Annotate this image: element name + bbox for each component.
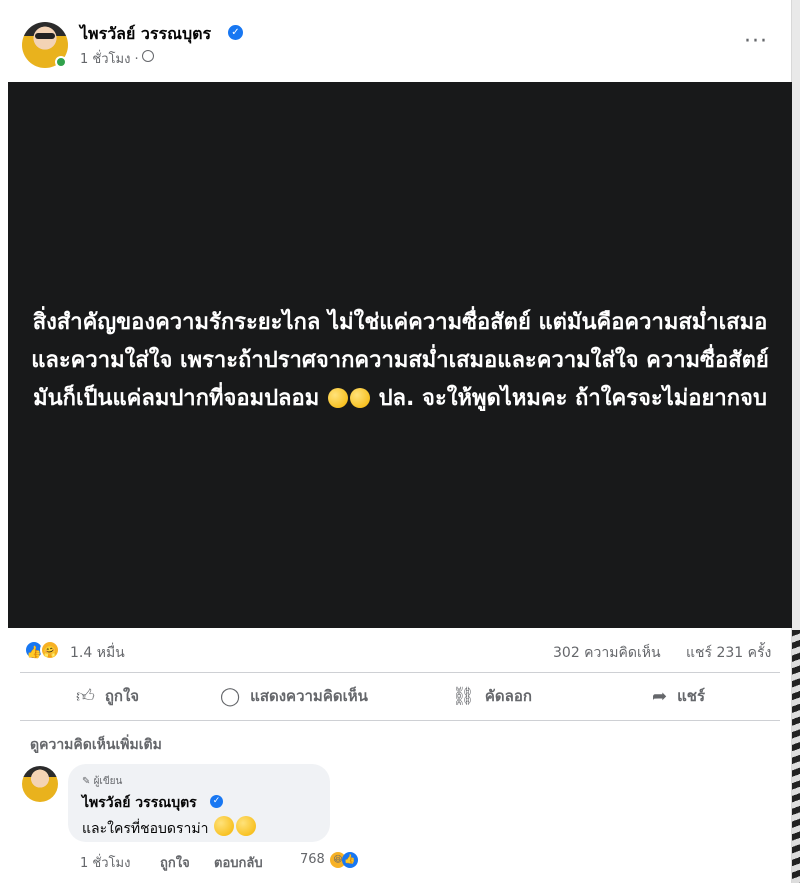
post-text: สิ่งสำคัญของความรักระยะไกล ไม่ใช่แค่ความ… (20, 292, 780, 418)
care-reaction-icon: 🤗 (40, 640, 60, 660)
thumbs-up-icon: 👍︎ (76, 686, 95, 707)
comment-like-link[interactable]: ถูกใจ (160, 852, 190, 873)
comment-bubble-icon: ◯ (220, 685, 241, 707)
share-count[interactable]: แชร์ 231 ครั้ง (686, 642, 771, 664)
reaction-count[interactable]: 1.4 หมื่น (70, 642, 125, 664)
post-action-bar: 👍︎ ถูกใจ ◯ แสดงความคิดเห็น ⛓ คัดลอก ➦ แช… (0, 676, 792, 716)
background-pattern (792, 630, 800, 883)
comment-reply-link[interactable]: ตอบกลับ (214, 852, 263, 873)
verified-badge-icon: ✓ (228, 25, 243, 40)
post-timestamp[interactable]: 1 ชั่วโมง · (80, 48, 139, 69)
rolling-eyes-emoji-icon (213, 816, 234, 836)
copy-link-button[interactable]: ⛓ คัดลอก (452, 682, 532, 710)
comment-text: และใครที่ชอบดราม่า (82, 816, 257, 840)
verified-badge-icon: ✓ (210, 795, 223, 808)
share-arrow-icon: ➦ (652, 685, 668, 707)
globe-icon (142, 50, 154, 62)
like-button[interactable]: 👍︎ ถูกใจ (76, 682, 139, 710)
comment-author-avatar[interactable] (22, 766, 58, 802)
comment-reaction-count[interactable]: 768 (300, 852, 325, 867)
share-button-label: แชร์ (677, 687, 705, 705)
comment-bubble: ✎ ผู้เขียน ไพรวัลย์ วรรณบุตร ✓ และใครที่… (68, 764, 330, 842)
like-reaction-icon: 👍 (342, 852, 358, 868)
like-button-label: ถูกใจ (104, 687, 140, 705)
comment-timestamp[interactable]: 1 ชั่วโมง (80, 852, 130, 873)
facebook-post-card: ไพรวัลย์ วรรณบุตร ✓ 1 ชั่วโมง · ··· สิ่ง… (0, 0, 792, 883)
comment-text-body: และใครที่ชอบดราม่า (82, 821, 209, 837)
comment-button[interactable]: ◯ แสดงความคิดเห็น (220, 682, 368, 710)
view-more-comments-link[interactable]: ดูความคิดเห็นเพิ่มเติม (30, 734, 162, 756)
share-button[interactable]: ➦ แชร์ (652, 682, 705, 710)
rolling-eyes-emoji-icon (235, 816, 256, 836)
author-badge: ✎ ผู้เขียน (82, 776, 123, 787)
copy-button-label: คัดลอก (484, 687, 532, 705)
link-icon: ⛓ (452, 685, 475, 707)
post-stats-bar: 👍 🤗 1.4 หมื่น 302 ความคิดเห็น แชร์ 231 ค… (0, 636, 792, 666)
divider (20, 672, 780, 673)
post-text-postscript: ปล. จะให้พูดไหมคะ ถ้าใครจะไม่อยากจบ (378, 386, 767, 411)
rolling-eyes-emoji-icon (349, 388, 370, 408)
author-name[interactable]: ไพรวัลย์ วรรณบุตร (80, 22, 211, 47)
author-badge-label: ผู้เขียน (93, 776, 123, 787)
online-status-indicator (55, 56, 67, 68)
post-header: ไพรวัลย์ วรรณบุตร ✓ 1 ชั่วโมง · ··· (0, 0, 792, 82)
comment-count[interactable]: 302 ความคิดเห็น (553, 642, 661, 664)
rolling-eyes-emoji-icon (327, 388, 348, 408)
divider (20, 720, 780, 721)
comment-author-name[interactable]: ไพรวัลย์ วรรณบุตร (82, 792, 197, 814)
background-edge (792, 0, 800, 883)
post-text-background: สิ่งสำคัญของความรักระยะไกล ไม่ใช่แค่ความ… (8, 82, 792, 628)
comment-button-label: แสดงความคิดเห็น (250, 687, 368, 705)
more-options-icon[interactable]: ··· (744, 31, 768, 53)
